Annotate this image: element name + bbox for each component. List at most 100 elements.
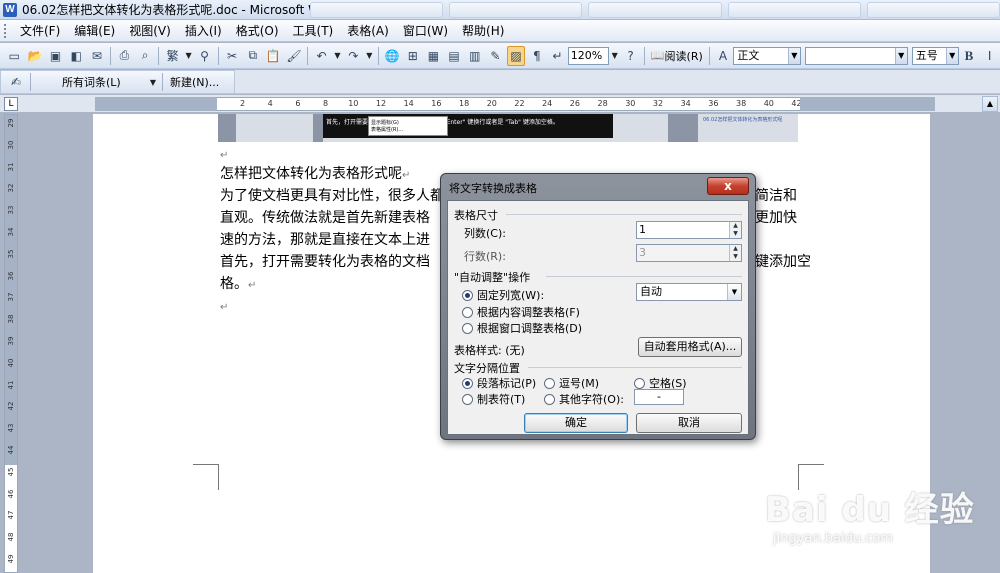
- print-icon[interactable]: ⎙: [115, 46, 134, 66]
- new-entry-button[interactable]: 新建(N)...: [170, 74, 219, 90]
- columns-icon[interactable]: ▥: [465, 46, 484, 66]
- bold-button[interactable]: B: [960, 46, 979, 66]
- doc-text-line[interactable]: 格。↵: [220, 273, 256, 297]
- reading-mode-label: 阅读(R): [664, 49, 703, 63]
- zoom-input[interactable]: 120%: [567, 46, 610, 65]
- autoformat-button[interactable]: 自动套用格式(A)...: [638, 337, 742, 357]
- background-tab[interactable]: [449, 2, 583, 18]
- menu-edit[interactable]: 编辑(E): [67, 22, 122, 39]
- show-marks-icon[interactable]: ↵: [548, 46, 567, 66]
- print-preview-icon[interactable]: ⌕: [136, 46, 155, 66]
- columns-input[interactable]: 1 ▲ ▼: [636, 221, 742, 239]
- cut-icon[interactable]: ✂: [223, 46, 242, 66]
- radio-button-checked[interactable]: [462, 289, 473, 301]
- radio-button-checked[interactable]: [462, 377, 473, 389]
- radio-button[interactable]: [462, 306, 473, 318]
- insert-excel-icon[interactable]: ▤: [445, 46, 464, 66]
- doc-text-line[interactable]: 速的方法，那就是直接在文本上进: [220, 229, 430, 251]
- radio-button[interactable]: [544, 377, 555, 389]
- document-map-icon[interactable]: ▨: [506, 45, 526, 66]
- ruler-tick-label: 4: [267, 99, 273, 108]
- chevron-down-icon[interactable]: ▼: [364, 47, 375, 65]
- doc-text-line[interactable]: 首先，打开需要转化为表格的文档: [220, 251, 430, 273]
- paragraph-mark-radio[interactable]: 段落标记(P): [462, 375, 536, 391]
- format-painter-icon[interactable]: 🖌: [285, 46, 304, 66]
- email-icon[interactable]: ✉: [88, 46, 107, 66]
- menu-file[interactable]: 文件(F): [13, 22, 67, 39]
- spin-arrows-icon[interactable]: ▲ ▼: [729, 222, 741, 238]
- open-folder-icon[interactable]: 📂: [26, 46, 45, 66]
- doc-text-line[interactable]: 为了使文档更具有对比性，很多人都: [220, 185, 444, 207]
- ruler-tick-label: 34: [680, 99, 691, 108]
- doc-text-line-right[interactable]: 简洁和: [755, 185, 797, 207]
- menu-help[interactable]: 帮助(H): [455, 22, 511, 39]
- other-char-radio[interactable]: 其他字符(O):: [544, 391, 624, 407]
- all-entries-dropdown[interactable]: 所有词条(L): [62, 74, 147, 90]
- vertical-ruler-tick-label: 36: [7, 271, 15, 281]
- tables-borders-icon[interactable]: ⊞: [404, 46, 423, 66]
- reading-mode-button[interactable]: 📖 阅读(R): [648, 46, 706, 66]
- menu-view[interactable]: 视图(V): [122, 22, 178, 39]
- redo-icon[interactable]: ↷: [344, 46, 363, 66]
- chevron-down-icon[interactable]: ▼: [183, 47, 194, 65]
- vertical-ruler[interactable]: 29 30 31 32 33 34 35 36 37 38 39 40 41 42 43 44 45 46 47 48…: [4, 114, 18, 573]
- help-icon[interactable]: ?: [621, 46, 640, 66]
- background-tab[interactable]: [588, 2, 722, 18]
- copy-icon[interactable]: ⧉: [243, 46, 262, 66]
- ruler-tick-label: 18: [459, 99, 470, 108]
- doc-text-line-right[interactable]: 更加快: [755, 207, 797, 229]
- paste-icon[interactable]: 📋: [264, 46, 283, 66]
- toolbar-separator: [30, 73, 31, 91]
- menu-window[interactable]: 窗口(W): [396, 22, 455, 39]
- italic-icon[interactable]: I: [980, 46, 999, 66]
- chevron-down-icon[interactable]: ▼: [332, 47, 343, 65]
- styles-pane-icon[interactable]: A: [714, 46, 733, 66]
- fixed-width-radio[interactable]: 固定列宽(W):: [462, 287, 544, 303]
- research-icon[interactable]: ⚲: [195, 46, 214, 66]
- undo-icon[interactable]: ↶: [312, 46, 331, 66]
- menu-insert[interactable]: 插入(I): [178, 22, 229, 39]
- menu-table[interactable]: 表格(A): [340, 22, 396, 39]
- close-icon[interactable]: x: [707, 177, 749, 195]
- font-size-select[interactable]: 五号 ▼: [911, 46, 959, 65]
- doc-heading-line[interactable]: 怎样把文体转化为表格形式呢↵: [220, 163, 410, 187]
- chevron-down-icon[interactable]: ▼: [147, 73, 159, 91]
- comma-radio[interactable]: 逗号(M): [544, 375, 599, 391]
- background-tab[interactable]: [866, 2, 1000, 18]
- ok-button[interactable]: 确定: [524, 413, 628, 433]
- menu-grip-handle[interactable]: [4, 23, 7, 38]
- menu-tools[interactable]: 工具(T): [286, 22, 341, 39]
- other-char-input[interactable]: -: [634, 389, 684, 405]
- trad-simp-convert-button[interactable]: 繁: [163, 46, 182, 66]
- save-icon[interactable]: ▣: [46, 46, 65, 66]
- background-tab[interactable]: [727, 2, 861, 18]
- scroll-up-arrow-icon[interactable]: ▲: [982, 96, 998, 112]
- autotext-icon[interactable]: ✍: [6, 72, 26, 92]
- background-tab[interactable]: [310, 2, 444, 18]
- doc-text-line-right[interactable]: 键添加空: [755, 251, 811, 273]
- section-divider: [546, 276, 742, 277]
- radio-button[interactable]: [462, 393, 473, 405]
- radio-button[interactable]: [462, 322, 473, 334]
- style-select[interactable]: 正文 ▼: [733, 46, 801, 65]
- doc-text-line[interactable]: 直观。传统做法就是首先新建表格: [220, 207, 430, 229]
- new-doc-icon[interactable]: ▭: [5, 46, 24, 66]
- font-select[interactable]: ▼: [804, 46, 908, 65]
- insert-table-icon[interactable]: ▦: [424, 46, 443, 66]
- cancel-button[interactable]: 取消: [636, 413, 742, 433]
- autofit-content-radio[interactable]: 根据内容调整表格(F): [462, 304, 580, 320]
- radio-button[interactable]: [634, 377, 645, 389]
- permission-icon[interactable]: ◧: [67, 46, 86, 66]
- chevron-down-icon[interactable]: ▼: [609, 47, 620, 65]
- menu-format[interactable]: 格式(O): [229, 22, 286, 39]
- hyperlink-icon[interactable]: 🌐: [383, 46, 402, 66]
- fixed-width-select[interactable]: 自动 ▼: [636, 283, 742, 301]
- dialog-body: 表格尺寸 列数(C): 1 ▲ ▼ 行数(R): 3 ▲ ▼ "自动调整"操作 固定…: [447, 200, 749, 435]
- autofit-window-radio[interactable]: 根据窗口调整表格(D): [462, 320, 582, 336]
- vertical-ruler-tick-label: 43: [7, 423, 15, 433]
- show-hide-icon[interactable]: ¶: [527, 46, 546, 66]
- radio-button[interactable]: [544, 393, 555, 405]
- tab-selector[interactable]: L: [4, 97, 18, 111]
- tab-radio[interactable]: 制表符(T): [462, 391, 525, 407]
- drawing-icon[interactable]: ✎: [486, 46, 505, 66]
